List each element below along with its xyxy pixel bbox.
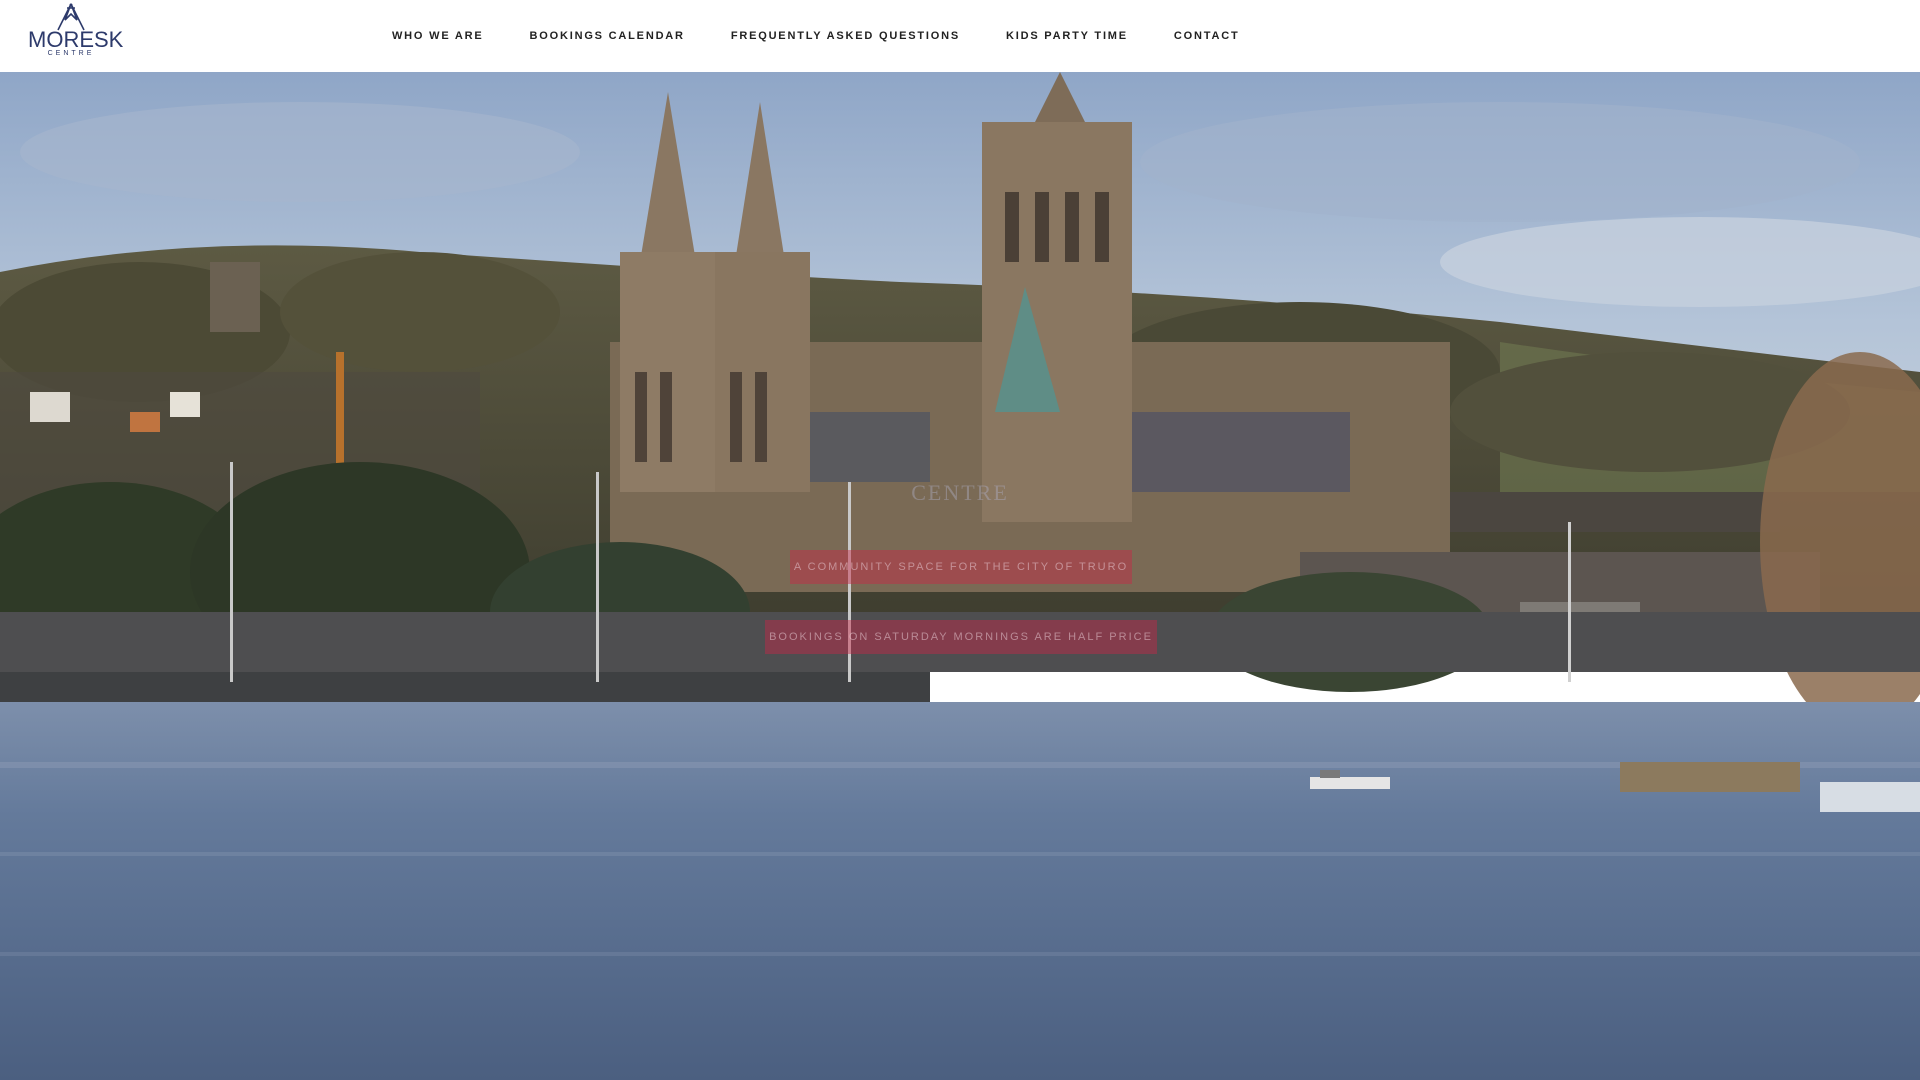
- nav-who-we-are[interactable]: WHO WE ARE: [392, 30, 484, 42]
- hero-heading: CENTRE: [911, 480, 1009, 505]
- hero-tagline: A COMMUNITY SPACE FOR THE CITY OF TRURO: [790, 550, 1132, 584]
- logo-name: MORESK: [28, 27, 124, 52]
- moresk-logo[interactable]: MORESK CENTRE: [28, 2, 124, 70]
- main-nav: WHO WE ARE BOOKINGS CALENDAR FREQUENTLY …: [392, 0, 1285, 72]
- half-price-booking-button[interactable]: BOOKINGS ON SATURDAY MORNINGS ARE HALF P…: [765, 620, 1157, 654]
- nav-faq[interactable]: FREQUENTLY ASKED QUESTIONS: [731, 30, 960, 42]
- nav-contact[interactable]: CONTACT: [1174, 30, 1240, 42]
- nav-kids-party-time[interactable]: KIDS PARTY TIME: [1006, 30, 1128, 42]
- nav-bookings-calendar[interactable]: BOOKINGS CALENDAR: [530, 30, 685, 42]
- hero-overlay: CENTRE A COMMUNITY SPACE FOR THE CITY OF…: [0, 72, 1920, 1080]
- site-header: MORESK CENTRE WHO WE ARE BOOKINGS CALEND…: [0, 0, 1920, 72]
- hero-section: CENTRE A COMMUNITY SPACE FOR THE CITY OF…: [0, 72, 1920, 1080]
